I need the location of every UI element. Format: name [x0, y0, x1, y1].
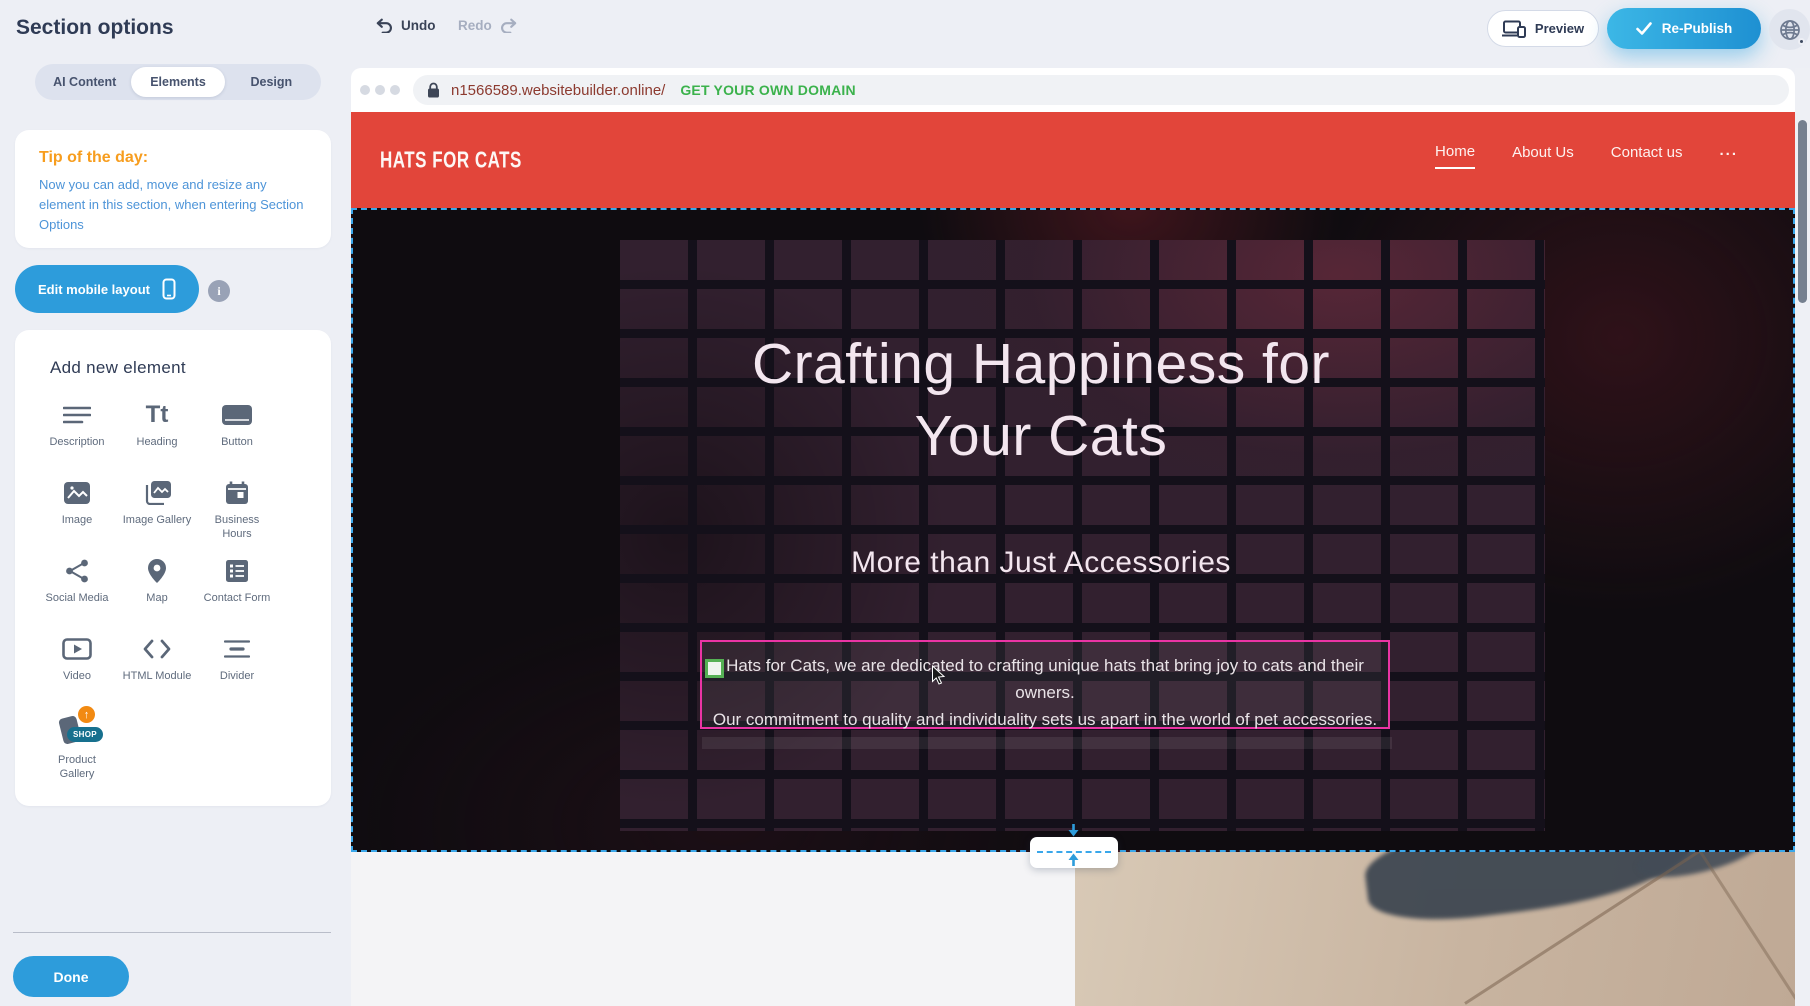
add-element-title: Add new element — [50, 358, 331, 378]
panel-bottom-divider — [13, 932, 331, 933]
browser-window-dots — [360, 85, 400, 95]
image-icon — [64, 478, 90, 508]
tab-elements[interactable]: Elements — [131, 67, 224, 97]
site-nav: Home About Us Contact us ... — [1435, 142, 1738, 169]
html-module-icon — [143, 634, 171, 664]
tab-design[interactable]: Design — [225, 67, 318, 97]
mouse-cursor-icon — [931, 665, 946, 685]
tab-ai-content[interactable]: AI Content — [38, 67, 131, 97]
nav-more-icon[interactable]: ... — [1719, 142, 1738, 169]
check-icon — [1636, 22, 1652, 35]
social-media-icon — [65, 556, 89, 586]
element-social-media[interactable]: Social Media — [37, 556, 117, 634]
mobile-phone-icon — [162, 278, 176, 300]
business-hours-icon — [225, 478, 249, 508]
address-bar[interactable]: n1566589.websitebuilder.online/ GET YOUR… — [413, 75, 1789, 105]
element-business-hours[interactable]: Business Hours — [197, 478, 277, 556]
edit-mobile-label: Edit mobile layout — [38, 282, 150, 297]
drag-handle[interactable] — [705, 659, 724, 678]
language-globe-icon[interactable] — [1769, 9, 1810, 50]
element-html-module[interactable]: HTML Module — [117, 634, 197, 712]
get-domain-link[interactable]: GET YOUR OWN DOMAIN — [680, 82, 855, 98]
button-icon — [221, 400, 253, 430]
map-icon — [147, 556, 167, 586]
nav-contact-us[interactable]: Contact us — [1611, 144, 1683, 168]
element-heading[interactable]: Tt Heading — [117, 400, 197, 478]
divider-icon — [224, 634, 250, 664]
redo-icon — [499, 17, 519, 33]
lock-icon — [427, 82, 440, 98]
tip-title: Tip of the day: — [39, 149, 307, 167]
scrollbar-thumb[interactable] — [1798, 120, 1807, 303]
element-map[interactable]: Map — [117, 556, 197, 634]
website-builder-app: Section options AI Content Elements Desi… — [0, 0, 1810, 1006]
shop-badge: SHOP — [67, 727, 103, 742]
next-section-blank[interactable] — [351, 852, 1075, 1006]
element-product-gallery[interactable]: ↑ SHOP Product Gallery — [37, 712, 117, 790]
redo-button[interactable]: Redo — [458, 17, 519, 33]
element-description[interactable]: Description — [37, 400, 117, 478]
tip-body: Now you can add, move and resize any ele… — [39, 175, 307, 235]
next-section-floor-image[interactable] — [1075, 852, 1795, 1006]
heading-icon: Tt — [146, 400, 169, 430]
nav-home[interactable]: Home — [1435, 143, 1475, 169]
hero-section-selected[interactable]: Crafting Happiness for Your Cats More th… — [351, 208, 1795, 852]
nav-about-us[interactable]: About Us — [1512, 144, 1574, 168]
site-url: n1566589.websitebuilder.online/ — [451, 82, 665, 99]
arrow-down-icon — [1066, 824, 1081, 837]
element-button[interactable]: Button — [197, 400, 277, 478]
element-ghost-strip — [702, 737, 1392, 749]
page-title: Section options — [16, 16, 174, 40]
globe-status-dot — [1798, 38, 1805, 45]
elements-grid: Description Tt Heading Button Image — [37, 400, 277, 790]
description-element-selected[interactable]: Hats for Cats, we are dedicated to craft… — [700, 640, 1390, 729]
republish-button[interactable]: Re-Publish — [1607, 8, 1761, 49]
video-icon — [62, 634, 92, 664]
hero-subtitle[interactable]: More than Just Accessories — [640, 546, 1442, 580]
devices-icon — [1502, 20, 1526, 38]
site-logo[interactable]: HATS FOR CATS — [380, 147, 522, 174]
tip-of-the-day-card: Tip of the day: Now you can add, move an… — [15, 130, 331, 248]
site-header: HATS FOR CATS Home About Us Contact us .… — [351, 112, 1795, 208]
upgrade-arrow-icon: ↑ — [78, 706, 95, 723]
image-gallery-icon — [143, 478, 171, 508]
page-scrollbar[interactable] — [1795, 68, 1810, 1006]
element-image-gallery[interactable]: Image Gallery — [117, 478, 197, 556]
arrow-up-icon — [1066, 853, 1081, 866]
element-divider[interactable]: Divider — [197, 634, 277, 712]
info-icon[interactable]: i — [208, 280, 230, 302]
preview-button[interactable]: Preview — [1487, 10, 1599, 47]
hero-description: Hats for Cats, we are dedicated to craft… — [702, 652, 1388, 733]
undo-icon — [374, 17, 394, 33]
undo-button[interactable]: Undo — [374, 17, 436, 33]
site-preview: HATS FOR CATS Home About Us Contact us .… — [351, 112, 1795, 1006]
element-video[interactable]: Video — [37, 634, 117, 712]
done-button[interactable]: Done — [13, 956, 129, 997]
hero-title[interactable]: Crafting Happiness for Your Cats — [640, 328, 1442, 472]
contact-form-icon — [225, 556, 249, 586]
browser-chrome-bar: n1566589.websitebuilder.online/ GET YOUR… — [351, 68, 1795, 112]
edit-mobile-layout-button[interactable]: Edit mobile layout — [15, 265, 199, 313]
section-resize-handle[interactable] — [1030, 837, 1118, 868]
panel-tabs: AI Content Elements Design — [35, 64, 321, 100]
element-contact-form[interactable]: Contact Form — [197, 556, 277, 634]
product-gallery-icon: ↑ SHOP — [57, 712, 97, 748]
description-icon — [63, 400, 91, 430]
add-element-card: Add new element Description Tt Heading B… — [15, 330, 331, 806]
element-image[interactable]: Image — [37, 478, 117, 556]
